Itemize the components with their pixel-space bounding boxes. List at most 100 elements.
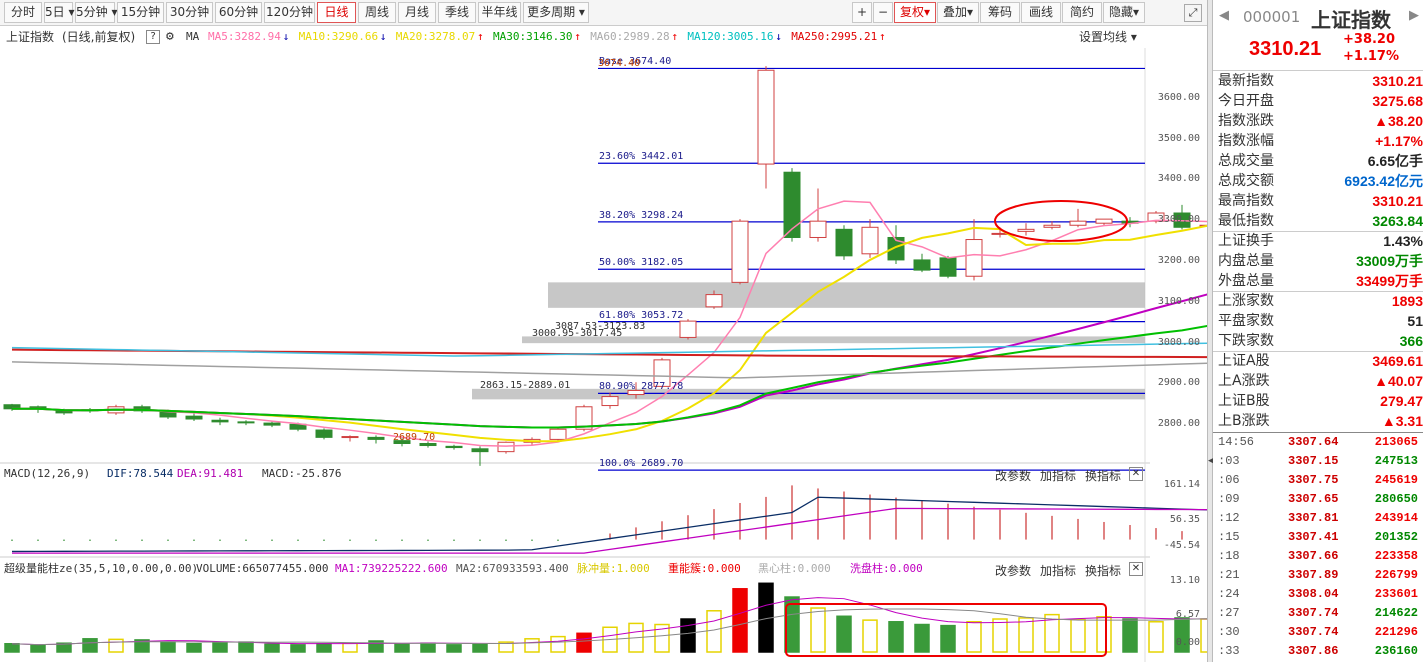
stat-key: 内盘总量 bbox=[1218, 253, 1274, 269]
tick-p: 3307.15 bbox=[1288, 454, 1339, 468]
price-tick-0: 3600.00 bbox=[1157, 91, 1200, 103]
fib-label-2: 38.20% 3298.24 bbox=[599, 209, 684, 221]
vol-bar-35 bbox=[914, 623, 930, 653]
candle-body-9 bbox=[237, 421, 255, 424]
stat-key: 上证A股 bbox=[1218, 353, 1270, 369]
candle-body-6 bbox=[159, 411, 177, 418]
candle-body-8 bbox=[211, 419, 229, 423]
fib-label-5: 80.90% 2877.78 bbox=[599, 381, 684, 393]
vol-bar-13 bbox=[342, 642, 358, 653]
fib-label-3: 50.00% 3182.05 bbox=[599, 257, 684, 269]
stat-row-7: 最低指数 3263.84 bbox=[1213, 211, 1423, 231]
vol-ma1: MA1:739225222.600 bbox=[335, 562, 448, 575]
panel-action-2[interactable]: 换指标 bbox=[1085, 562, 1121, 579]
price-tick-2: 3400.00 bbox=[1157, 173, 1200, 185]
stat-row-1: 今日开盘 3275.68 bbox=[1213, 91, 1423, 111]
vol-bar-32 bbox=[836, 615, 852, 653]
vol-bar-36 bbox=[940, 624, 956, 653]
tick-t: :21 bbox=[1218, 568, 1240, 582]
tick-q: 247513 bbox=[1374, 454, 1418, 468]
stat-row-16: 上证B股 279.47 bbox=[1213, 391, 1423, 411]
price-tick-1: 3500.00 bbox=[1157, 132, 1200, 144]
prev-icon[interactable]: ◀ bbox=[1219, 8, 1229, 23]
candle-body-28 bbox=[731, 220, 749, 283]
tick-row-8: :24 3308.04 233601 bbox=[1213, 585, 1423, 604]
vol-bar-22 bbox=[576, 632, 592, 653]
stat-value: 279.47 bbox=[1380, 393, 1423, 409]
stat-value: 1.43% bbox=[1383, 233, 1423, 249]
vol-title: 超级量能柱ze(35,5,10,0.00,0.00) bbox=[4, 562, 199, 575]
panel-action-2[interactable]: 换指标 bbox=[1085, 467, 1121, 484]
stat-key: 今日开盘 bbox=[1218, 93, 1274, 109]
tick-p: 3307.64 bbox=[1288, 435, 1339, 449]
stat-value: 33499万手 bbox=[1356, 273, 1423, 289]
close-icon[interactable]: ✕ bbox=[1129, 562, 1143, 576]
stat-key: 指数涨幅 bbox=[1218, 133, 1274, 149]
stat-row-4: 总成交量 6.65亿手 bbox=[1213, 151, 1423, 171]
next-icon[interactable]: ▶ bbox=[1409, 8, 1419, 23]
tick-p: 3307.86 bbox=[1288, 644, 1339, 658]
stat-row-15: 上A涨跌 ▲40.07 bbox=[1213, 371, 1423, 391]
vol-bar-41 bbox=[1070, 618, 1086, 653]
macd-tick-2: -45.54 bbox=[1163, 540, 1200, 551]
stat-key: 外盘总量 bbox=[1218, 273, 1274, 289]
tick-t: :06 bbox=[1218, 473, 1240, 487]
gap-box-2 bbox=[472, 388, 1145, 400]
stat-row-10: 外盘总量 33499万手 bbox=[1213, 271, 1423, 291]
stat-value: 51 bbox=[1407, 313, 1423, 329]
gap3-label: 2863.15-2889.01 bbox=[480, 380, 571, 391]
quote-code: 000001 bbox=[1243, 8, 1301, 26]
vol-pulse: 脉冲量:1.000 bbox=[577, 562, 650, 575]
tick-row-2: :06 3307.75 245619 bbox=[1213, 471, 1423, 490]
candle-body-37 bbox=[965, 239, 983, 277]
candle-body-13 bbox=[341, 436, 359, 439]
tick-q: 213065 bbox=[1374, 435, 1418, 449]
tick-row-4: :12 3307.81 243914 bbox=[1213, 509, 1423, 528]
stat-row-12: 平盘家数 51 bbox=[1213, 311, 1423, 331]
tick-row-6: :18 3307.66 223358 bbox=[1213, 547, 1423, 566]
candle-body-40 bbox=[1043, 224, 1061, 228]
candle-body-35 bbox=[913, 259, 931, 271]
tick-row-10: :30 3307.74 221296 bbox=[1213, 623, 1423, 642]
candle-body-41 bbox=[1069, 220, 1087, 226]
stat-value: 1893 bbox=[1391, 293, 1423, 309]
macd-title: MACD(12,26,9) bbox=[4, 467, 91, 480]
stat-value: +1.17% bbox=[1375, 133, 1423, 149]
tick-q: 223358 bbox=[1374, 549, 1418, 563]
candle-body-21 bbox=[549, 428, 567, 440]
vol-bar-33 bbox=[862, 619, 878, 653]
vol-zone: 重能簇:0.000 bbox=[668, 562, 741, 575]
stat-row-9: 内盘总量 33009万手 bbox=[1213, 251, 1423, 271]
stat-key: 指数涨跌 bbox=[1218, 113, 1274, 129]
macd-dif: DIF:78.544 bbox=[107, 467, 174, 480]
tick-q: 201352 bbox=[1374, 530, 1418, 544]
stat-key: 总成交量 bbox=[1218, 153, 1274, 169]
stat-key: 下跌家数 bbox=[1218, 333, 1274, 349]
stat-key: 上B涨跌 bbox=[1218, 413, 1270, 429]
price-tick-8: 2800.00 bbox=[1157, 418, 1200, 430]
tick-row-3: :09 3307.65 280650 bbox=[1213, 490, 1423, 509]
vol-bar-7 bbox=[186, 643, 202, 653]
panel-action-0[interactable]: 改参数 bbox=[995, 467, 1031, 484]
panel-action-0[interactable]: 改参数 bbox=[995, 562, 1031, 579]
tick-t: :03 bbox=[1218, 454, 1240, 468]
panel-action-1[interactable]: 加指标 bbox=[1040, 467, 1076, 484]
panel-action-1[interactable]: 加指标 bbox=[1040, 562, 1076, 579]
low-label: 2689.70 bbox=[393, 432, 436, 443]
vol-bar-38 bbox=[992, 618, 1008, 653]
close-icon[interactable]: ✕ bbox=[1129, 467, 1143, 481]
tick-p: 3307.66 bbox=[1288, 549, 1339, 563]
tick-q: 226799 bbox=[1374, 568, 1418, 582]
tick-p: 3307.74 bbox=[1288, 625, 1339, 639]
candle-body-36 bbox=[939, 257, 957, 277]
tick-row-5: :15 3307.41 201352 bbox=[1213, 528, 1423, 547]
macd-header: MACD(12,26,9) DIF:78.544 DEA:91.481 MACD… bbox=[0, 463, 1150, 485]
vol-bar-11 bbox=[290, 644, 306, 653]
vol-bar-4 bbox=[108, 638, 124, 653]
vol-bar-6 bbox=[160, 641, 176, 653]
stat-value: 6.65亿手 bbox=[1367, 153, 1423, 169]
stat-value: 6923.42亿元 bbox=[1344, 173, 1423, 189]
candle-body-27 bbox=[705, 294, 723, 308]
vol-bar-31 bbox=[810, 607, 826, 653]
vol-bar-3 bbox=[82, 638, 98, 653]
